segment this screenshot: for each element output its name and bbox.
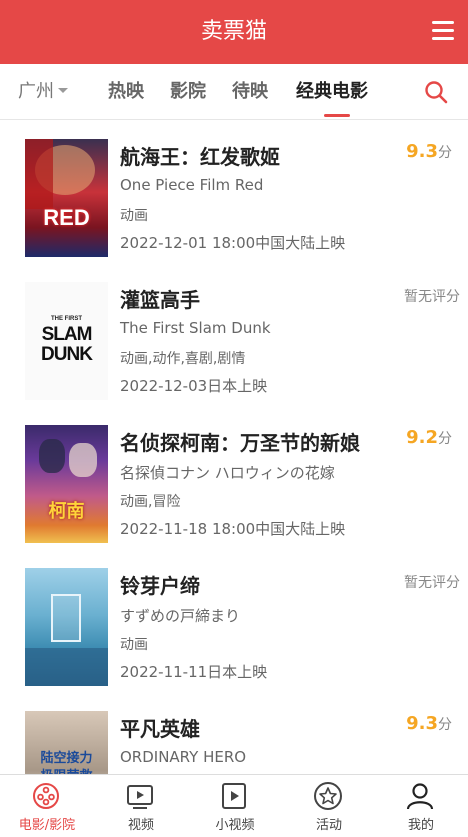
city-label: 广州 (18, 81, 54, 102)
movie-item[interactable]: THE FIRST SLAM DUNK 灌篮高手 The First Slam … (0, 264, 468, 406)
movie-poster: 陆空接力 极限营救 (25, 711, 108, 774)
no-score-label: 暂无评分 (404, 575, 460, 591)
movie-release: 2022-11-18 18:00中国大陆上映 (120, 520, 346, 538)
movie-release: 2022-11-11日本上映 (120, 663, 268, 681)
tab-label: 小视频 (215, 818, 255, 833)
tab-video[interactable]: 视频 (94, 775, 188, 837)
tab-short-video[interactable]: 小视频 (188, 775, 282, 837)
movie-alt-title: ORDINARY HERO (120, 748, 247, 766)
tab-cinemas[interactable]: 影院 (170, 64, 206, 120)
tab-label: 视频 (127, 818, 154, 833)
movie-poster (25, 568, 108, 686)
poster-title-text: DUNK (41, 344, 93, 365)
menu-icon[interactable] (432, 21, 454, 41)
user-icon (406, 783, 434, 810)
movie-genre: 动画,冒险 (120, 494, 181, 510)
no-score-label: 暂无评分 (404, 289, 460, 305)
movie-genre: 动画 (120, 208, 148, 224)
movie-poster: RED (25, 139, 108, 257)
movie-release: 2022-12-03日本上映 (120, 377, 268, 395)
tab-coming-soon[interactable]: 待映 (232, 64, 268, 120)
city-selector[interactable]: 广州 (18, 64, 68, 120)
tab-classic-movies[interactable]: 经典电影 (296, 64, 368, 120)
movie-alt-title: One Piece Film Red (120, 176, 264, 194)
tab-label: 电影/影院 (18, 818, 76, 833)
poster-title-text: RED (43, 205, 90, 230)
app-title: 卖票猫 (200, 19, 267, 44)
movie-item[interactable]: 陆空接力 极限营救 平凡英雄 ORDINARY HERO 9.3分 (0, 693, 468, 774)
tab-movies-cinemas[interactable]: 电影/影院 (0, 775, 94, 837)
short-video-icon (222, 783, 246, 809)
tab-label: 活动 (315, 818, 342, 833)
movie-list: RED 航海王：红发歌姬 One Piece Film Red 动画 2022-… (0, 121, 468, 774)
search-icon[interactable] (424, 80, 448, 104)
movie-title: 航海王：红发歌姬 (120, 145, 280, 169)
movie-score: 9.2分 (406, 427, 452, 448)
app-header: 卖票猫 (0, 0, 468, 64)
movie-score: 9.3分 (406, 713, 452, 734)
movie-alt-title: すずめの戸締まり (120, 607, 241, 625)
caret-down-icon (58, 88, 68, 93)
movie-poster: THE FIRST SLAM DUNK (25, 282, 108, 400)
movie-item[interactable]: 柯南 名侦探柯南：万圣节的新娘 名探偵コナン ハロウィンの花嫁 动画,冒险 20… (0, 407, 468, 549)
movie-poster: 柯南 (25, 425, 108, 543)
movie-title: 灌篮高手 (120, 288, 200, 312)
movie-genre: 动画,动作,喜剧,剧情 (120, 351, 246, 367)
movie-release: 2022-12-01 18:00中国大陆上映 (120, 234, 346, 252)
tab-profile[interactable]: 我的 (374, 775, 468, 837)
active-tab-indicator (324, 114, 350, 117)
poster-title-text: 柯南 (48, 501, 85, 521)
star-icon (314, 782, 342, 810)
movie-item[interactable]: RED 航海王：红发歌姬 One Piece Film Red 动画 2022-… (0, 121, 468, 263)
poster-title-text: SLAM (41, 324, 93, 345)
movie-title: 平凡英雄 (120, 717, 200, 741)
tab-label: 我的 (407, 818, 434, 833)
poster-title-text: THE FIRST (51, 316, 82, 322)
movie-item[interactable]: 铃芽户缔 すずめの戸締まり 动画 2022-11-11日本上映 暂无评分 (0, 550, 468, 692)
poster-title-text: 陆空接力 (40, 750, 93, 765)
video-play-icon (127, 785, 153, 809)
tab-now-showing[interactable]: 热映 (108, 64, 144, 120)
movie-alt-title: 名探偵コナン ハロウィンの花嫁 (120, 464, 335, 482)
movie-title: 铃芽户缔 (120, 574, 200, 598)
movie-score: 9.3分 (406, 141, 452, 162)
movie-alt-title: The First Slam Dunk (120, 319, 271, 337)
tab-activity[interactable]: 活动 (282, 775, 376, 837)
poster-title-text: 极限营救 (25, 765, 108, 774)
film-reel-icon (33, 783, 59, 809)
movie-genre: 动画 (120, 637, 148, 653)
movie-title: 名侦探柯南：万圣节的新娘 (120, 431, 360, 455)
bottom-tab-bar: 电影/影院 视频 小视频 活动 我的 (0, 774, 468, 837)
category-nav: 广州 热映 影院 待映 经典电影 (0, 64, 468, 120)
